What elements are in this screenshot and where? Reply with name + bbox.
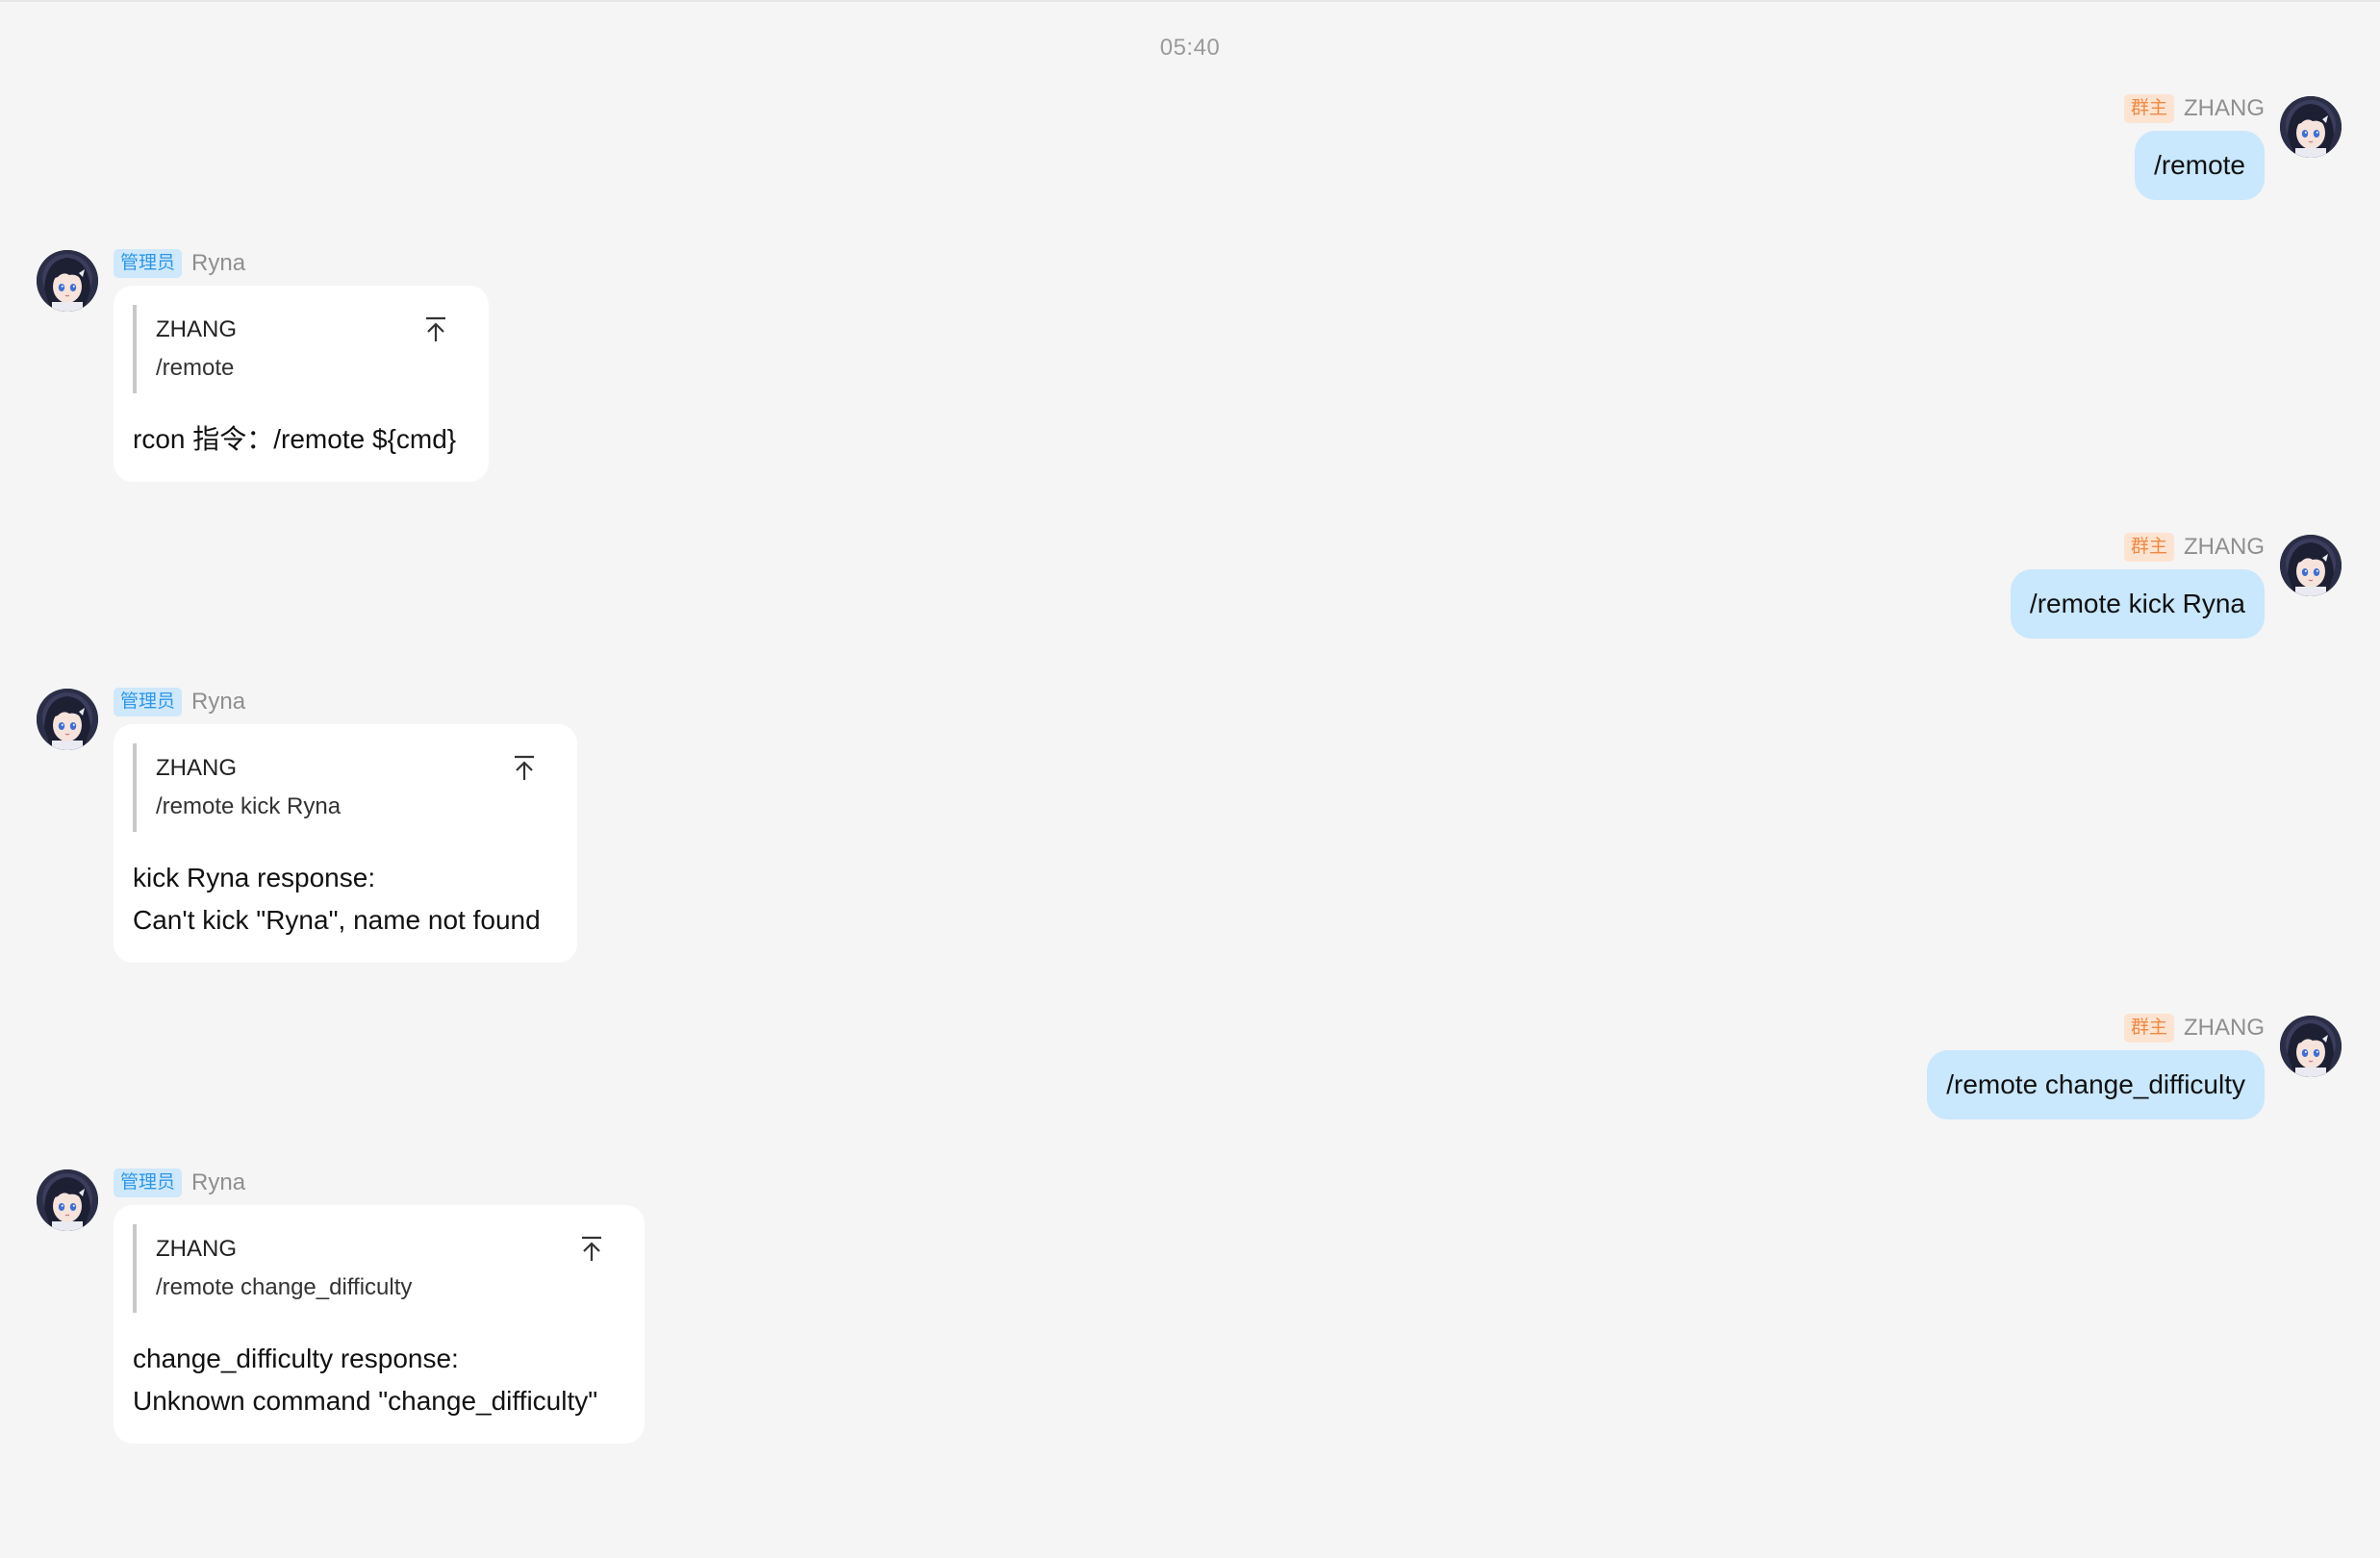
sender-name[interactable]: Ryna <box>191 250 245 277</box>
sender-meta: 管理员 Ryna <box>114 1167 245 1199</box>
outgoing-message-bubble[interactable]: /remote kick Ryna <box>2010 569 2265 639</box>
avatar[interactable] <box>37 1169 98 1231</box>
owner-badge: 群主 <box>2123 94 2174 123</box>
quoted-message[interactable]: ZHANG /remote change_difficulty <box>133 1224 625 1313</box>
sender-name[interactable]: Ryna <box>191 689 245 716</box>
arrow-to-top-icon[interactable] <box>512 753 537 782</box>
sender-meta: 管理员 Ryna <box>114 247 245 280</box>
reply-text-line: rcon 指令：/remote ${cmd} <box>133 424 457 454</box>
quoted-message[interactable]: ZHANG /remote kick Ryna <box>133 743 558 832</box>
quote-author: ZHANG <box>156 1236 237 1262</box>
incoming-reply-bubble[interactable]: ZHANG /remote change_difficulty change_d… <box>114 1205 645 1444</box>
outgoing-message-bubble[interactable]: /remote change_difficulty <box>1927 1050 2265 1119</box>
sender-name[interactable]: ZHANG <box>2184 534 2265 561</box>
message-text: /remote change_difficulty <box>1946 1069 2245 1099</box>
quote-text: /remote kick Ryna <box>156 793 342 819</box>
quote-text: /remote <box>156 355 235 381</box>
arrow-to-top-icon[interactable] <box>579 1234 604 1263</box>
incoming-reply-bubble[interactable]: ZHANG /remote rcon 指令：/remote ${cmd} <box>114 286 489 482</box>
reply-text-line: kick Ryna response: <box>133 863 376 892</box>
sender-meta: 群主 ZHANG <box>2123 1012 2265 1044</box>
reply-text-line: Unknown command "change_difficulty" <box>133 1386 598 1416</box>
sender-name[interactable]: ZHANG <box>2184 1015 2265 1042</box>
avatar[interactable] <box>2280 535 2342 596</box>
owner-badge: 群主 <box>2123 533 2174 562</box>
avatar[interactable] <box>37 250 98 312</box>
avatar[interactable] <box>2280 96 2342 158</box>
quote-text: /remote change_difficulty <box>156 1274 413 1300</box>
reply-text-line: Can't kick "Ryna", name not found <box>133 905 541 935</box>
message-timestamp: 05:40 <box>0 31 2380 65</box>
admin-badge: 管理员 <box>114 1168 183 1197</box>
sender-meta: 群主 ZHANG <box>2123 531 2265 564</box>
sender-meta: 群主 ZHANG <box>2123 92 2265 125</box>
avatar[interactable] <box>2280 1016 2342 1077</box>
timestamp-text: 05:40 <box>1159 35 1221 61</box>
outgoing-message-bubble[interactable]: /remote <box>2135 131 2265 200</box>
sender-name[interactable]: ZHANG <box>2184 95 2265 122</box>
reply-text-line: change_difficulty response: <box>133 1344 459 1373</box>
admin-badge: 管理员 <box>114 688 183 716</box>
admin-badge: 管理员 <box>114 249 183 278</box>
incoming-reply-bubble[interactable]: ZHANG /remote kick Ryna kick Ryna respon… <box>114 724 577 963</box>
arrow-to-top-icon[interactable] <box>423 314 448 343</box>
quote-author: ZHANG <box>156 755 237 781</box>
message-text: /remote <box>2154 150 2245 180</box>
quoted-message[interactable]: ZHANG /remote <box>133 305 469 393</box>
avatar[interactable] <box>37 689 98 750</box>
message-text: /remote kick Ryna <box>2029 589 2245 618</box>
sender-name[interactable]: Ryna <box>191 1169 245 1196</box>
sender-meta: 管理员 Ryna <box>114 686 245 718</box>
owner-badge: 群主 <box>2123 1014 2174 1043</box>
